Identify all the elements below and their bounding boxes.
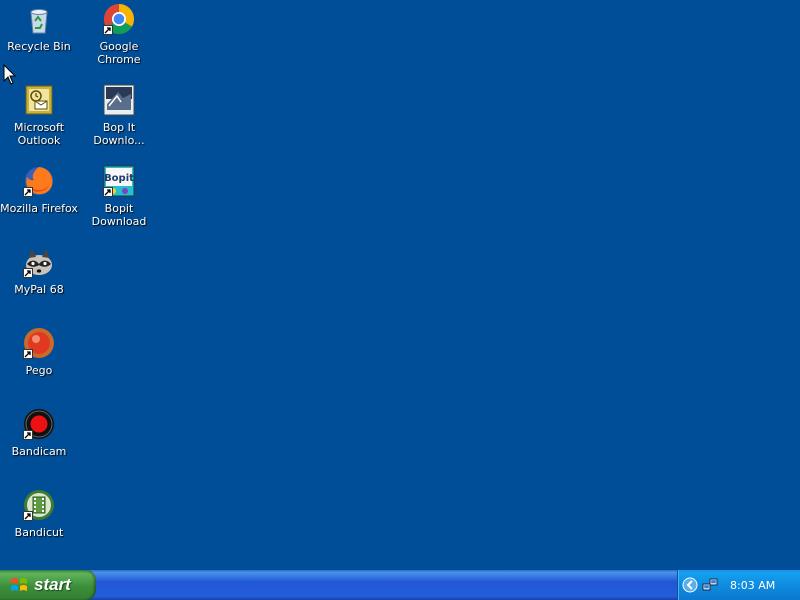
shortcut-arrow-icon (23, 349, 33, 359)
outlook-icon (23, 84, 55, 116)
icon-label: Pego (25, 364, 53, 377)
shortcut-arrow-icon (103, 25, 113, 35)
bandicut-icon (23, 489, 55, 521)
icon-label: MyPal 68 (14, 283, 64, 296)
taskbar: start 8:03 AM (0, 570, 800, 600)
icon-label: Mozilla Firefox (0, 202, 78, 215)
chrome-icon (103, 3, 135, 35)
shortcut-arrow-icon (23, 268, 33, 278)
desktop[interactable]: Recycle Bin Google Chrome Microsoft Outl… (0, 0, 800, 570)
recycle-bin-icon (23, 3, 55, 35)
icon-label: Bopit Download (91, 202, 147, 228)
bandicam-icon (23, 408, 55, 440)
icon-label: Bop It Downlo... (93, 121, 145, 147)
desktop-icon-bopit-download[interactable]: Bopit Bopit Download (80, 165, 158, 228)
mouse-cursor-icon (3, 64, 17, 85)
svg-text:Bopit: Bopit (104, 173, 134, 184)
mypal-icon (23, 246, 55, 278)
shortcut-arrow-icon (103, 187, 113, 197)
icon-label: Microsoft Outlook (13, 121, 65, 147)
desktop-icon-google-chrome[interactable]: Google Chrome (80, 3, 158, 66)
desktop-icon-pego[interactable]: Pego (0, 327, 78, 377)
icon-label: Bandicut (14, 526, 64, 539)
icon-label: Google Chrome (97, 40, 141, 66)
network-icon[interactable] (702, 577, 718, 593)
shortcut-arrow-icon (23, 187, 33, 197)
bopit-download-icon (103, 84, 135, 116)
pego-icon (23, 327, 55, 359)
firefox-icon (23, 165, 55, 197)
desktop-icon-recycle-bin[interactable]: Recycle Bin (0, 3, 78, 53)
system-tray: 8:03 AM (677, 570, 800, 600)
windows-logo-icon (11, 578, 27, 591)
desktop-icon-mypal-68[interactable]: MyPal 68 (0, 246, 78, 296)
icon-label: Bandicam (11, 445, 67, 458)
start-label: start (34, 575, 71, 594)
desktop-icon-microsoft-outlook[interactable]: Microsoft Outlook (0, 84, 78, 147)
desktop-icon-bandicut[interactable]: Bandicut (0, 489, 78, 539)
desktop-icon-mozilla-firefox[interactable]: Mozilla Firefox (0, 165, 78, 215)
desktop-icon-bandicam[interactable]: Bandicam (0, 408, 78, 458)
bopit-icon: Bopit (103, 165, 135, 197)
shortcut-arrow-icon (23, 430, 33, 440)
clock[interactable]: 8:03 AM (730, 579, 775, 592)
icon-label: Recycle Bin (7, 40, 71, 53)
expand-tray-icon[interactable] (682, 577, 698, 593)
start-button[interactable]: start (0, 570, 96, 600)
desktop-icon-bop-it-download[interactable]: Bop It Downlo... (80, 84, 158, 147)
shortcut-arrow-icon (23, 511, 33, 521)
